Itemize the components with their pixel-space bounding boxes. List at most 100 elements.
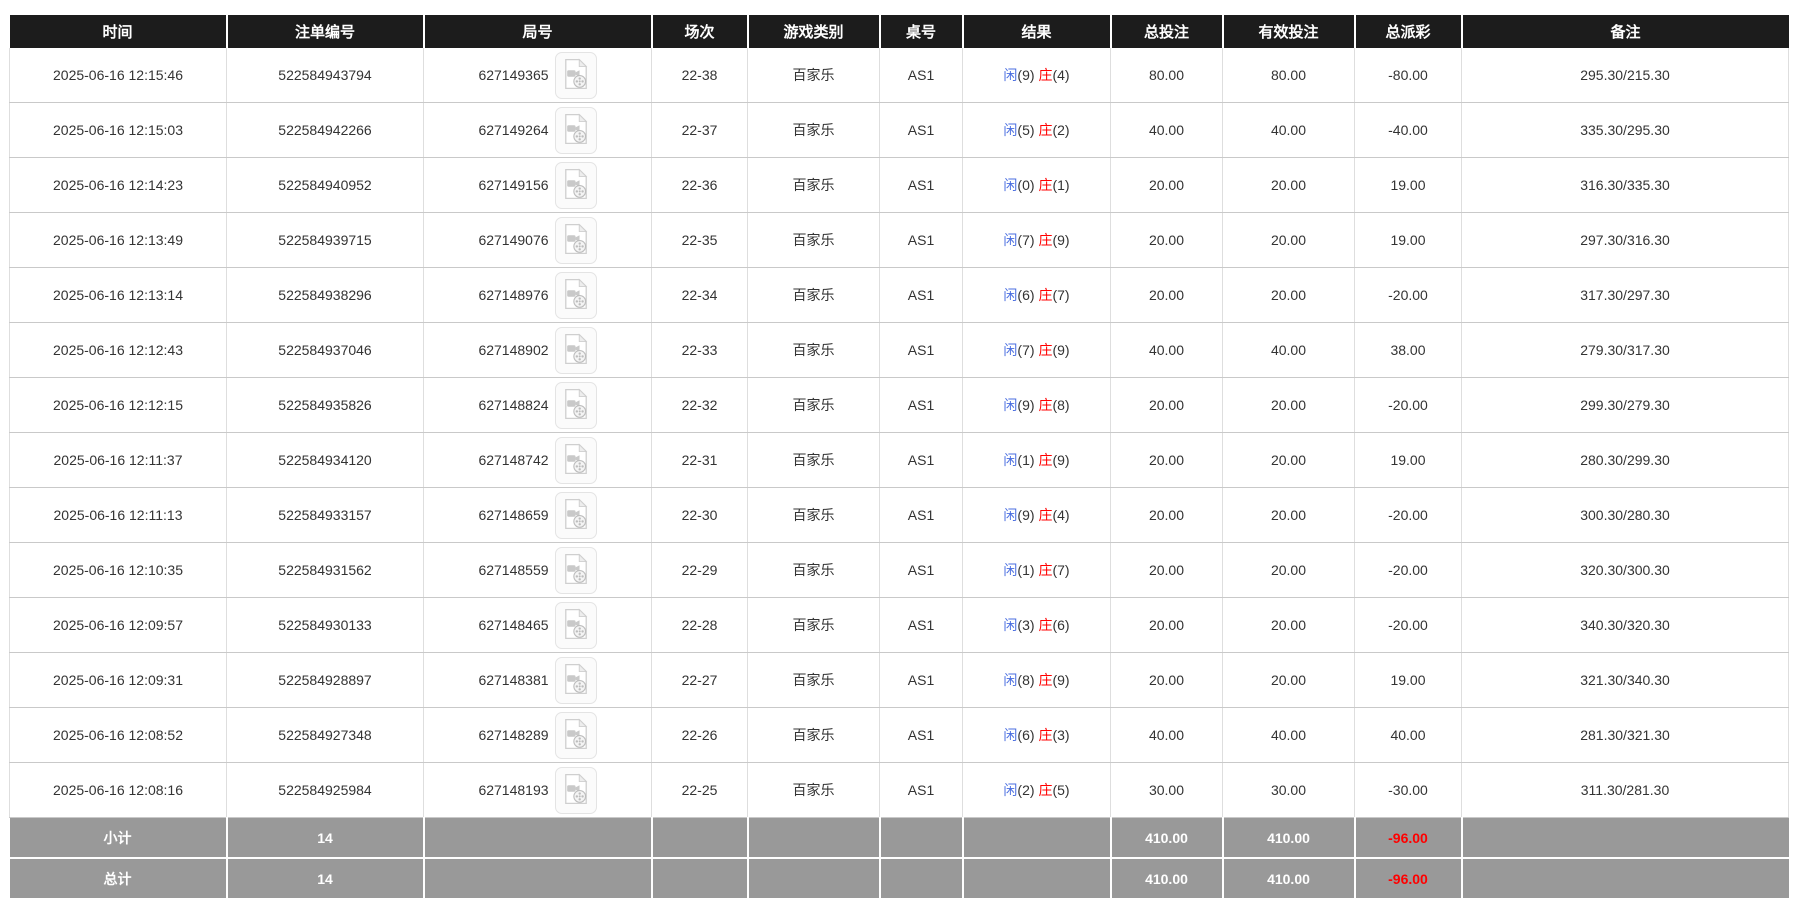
round-number: 627148559	[478, 562, 549, 578]
video-replay-button[interactable]	[554, 106, 597, 154]
cell-result: 闲(0) 庄(1)	[962, 157, 1111, 213]
cell-total-bet: 20.00	[1110, 157, 1223, 213]
video-file-icon	[563, 387, 589, 423]
round-number: 627148902	[478, 342, 549, 358]
result-player-score: (0)	[1017, 177, 1035, 193]
footer-label: 总计	[9, 858, 228, 900]
table-row: 2025-06-16 12:08:16 522584925984 627148193…	[9, 762, 1789, 818]
video-replay-button[interactable]	[554, 271, 597, 319]
cell-game-type: 百家乐	[747, 102, 880, 158]
cell-round-id: 627148824	[423, 377, 652, 433]
grand-total-row: 总计 14 410.00 410.00 -96.00	[9, 858, 1789, 900]
column-header-total_payout: 总派彩	[1354, 15, 1463, 48]
video-replay-button[interactable]	[554, 491, 597, 539]
cell-time: 2025-06-16 12:10:35	[9, 542, 227, 598]
result-banker-label: 庄	[1038, 232, 1053, 248]
cell-session: 22-29	[651, 542, 748, 598]
round-cell: 627148659	[478, 491, 597, 539]
cell-game-type: 百家乐	[747, 487, 880, 543]
cell-table-no: AS1	[879, 322, 963, 378]
cell-round-id: 627148659	[423, 487, 652, 543]
cell-table-no: AS1	[879, 542, 963, 598]
cell-total-bet: 20.00	[1110, 652, 1223, 708]
video-file-icon	[563, 772, 589, 808]
cell-time: 2025-06-16 12:14:23	[9, 157, 227, 213]
cell-game-type: 百家乐	[747, 267, 880, 323]
cell-result: 闲(9) 庄(4)	[962, 487, 1111, 543]
table-row: 2025-06-16 12:15:46 522584943794 627149365…	[9, 48, 1789, 103]
video-replay-button[interactable]	[554, 546, 597, 594]
cell-round-id: 627149156	[423, 157, 652, 213]
cell-session: 22-25	[651, 762, 748, 818]
round-number: 627148193	[478, 782, 549, 798]
cell-total-bet: 20.00	[1110, 597, 1223, 653]
round-number: 627148742	[478, 452, 549, 468]
cell-result: 闲(6) 庄(3)	[962, 707, 1111, 763]
video-file-icon	[563, 442, 589, 478]
cell-total-payout: -20.00	[1354, 487, 1462, 543]
result-banker-score: (2)	[1052, 122, 1070, 138]
column-header-valid_bet: 有效投注	[1222, 15, 1356, 48]
table-row: 2025-06-16 12:14:23 522584940952 627149156…	[9, 157, 1789, 213]
video-replay-button[interactable]	[554, 766, 597, 814]
video-file-icon	[563, 222, 589, 258]
cell-remark: 316.30/335.30	[1461, 157, 1789, 213]
footer-empty-session	[651, 858, 749, 900]
result-banker-score: (1)	[1052, 177, 1070, 193]
cell-valid-bet: 30.00	[1222, 762, 1355, 818]
cell-valid-bet: 20.00	[1222, 487, 1355, 543]
video-replay-button[interactable]	[554, 161, 597, 209]
round-number: 627149365	[478, 67, 549, 83]
footer-valid-bet: 410.00	[1222, 858, 1356, 900]
cell-bet-id: 522584939715	[226, 212, 424, 268]
result-player-score: (8)	[1017, 672, 1035, 688]
cell-valid-bet: 20.00	[1222, 542, 1355, 598]
video-replay-button[interactable]	[554, 216, 597, 264]
video-replay-button[interactable]	[554, 381, 597, 429]
cell-bet-id: 522584933157	[226, 487, 424, 543]
round-cell: 627148381	[478, 656, 597, 704]
footer-empty-table	[879, 817, 964, 859]
cell-total-payout: 40.00	[1354, 707, 1462, 763]
cell-table-no: AS1	[879, 212, 963, 268]
video-replay-button[interactable]	[554, 656, 597, 704]
result-player-label: 闲	[1003, 177, 1018, 193]
cell-bet-id: 522584931562	[226, 542, 424, 598]
cell-session: 22-27	[651, 652, 748, 708]
video-replay-button[interactable]	[554, 51, 597, 99]
video-replay-button[interactable]	[554, 436, 597, 484]
cell-total-payout: -20.00	[1354, 597, 1462, 653]
round-number: 627148824	[478, 397, 549, 413]
cell-total-payout: -20.00	[1354, 542, 1462, 598]
cell-total-bet: 80.00	[1110, 48, 1223, 103]
footer-empty-remark	[1461, 817, 1789, 859]
cell-time: 2025-06-16 12:13:14	[9, 267, 227, 323]
cell-total-payout: -20.00	[1354, 267, 1462, 323]
cell-remark: 280.30/299.30	[1461, 432, 1789, 488]
cell-game-type: 百家乐	[747, 48, 880, 103]
cell-total-payout: -30.00	[1354, 762, 1462, 818]
cell-total-payout: 38.00	[1354, 322, 1462, 378]
result-player-score: (2)	[1017, 782, 1035, 798]
cell-valid-bet: 20.00	[1222, 377, 1355, 433]
cell-time: 2025-06-16 12:09:31	[9, 652, 227, 708]
result-player-score: (7)	[1017, 342, 1035, 358]
result-player-label: 闲	[1003, 507, 1018, 523]
cell-remark: 279.30/317.30	[1461, 322, 1789, 378]
cell-table-no: AS1	[879, 48, 963, 103]
cell-remark: 340.30/320.30	[1461, 597, 1789, 653]
round-number: 627148659	[478, 507, 549, 523]
cell-round-id: 627148559	[423, 542, 652, 598]
table-row: 2025-06-16 12:15:03 522584942266 627149264…	[9, 102, 1789, 158]
bet-records-table: 时间 注单编号 局号 场次 游戏类别 桌号 结果 总投注 有效投注 总派彩 备注 2025-06-1…	[9, 15, 1789, 900]
cell-valid-bet: 40.00	[1222, 322, 1355, 378]
cell-result: 闲(2) 庄(5)	[962, 762, 1111, 818]
round-number: 627148465	[478, 617, 549, 633]
video-replay-button[interactable]	[554, 601, 597, 649]
round-cell: 627148465	[478, 601, 597, 649]
result-banker-label: 庄	[1038, 67, 1053, 83]
video-replay-button[interactable]	[554, 711, 597, 759]
video-replay-button[interactable]	[554, 326, 597, 374]
cell-game-type: 百家乐	[747, 322, 880, 378]
round-cell: 627148902	[478, 326, 597, 374]
